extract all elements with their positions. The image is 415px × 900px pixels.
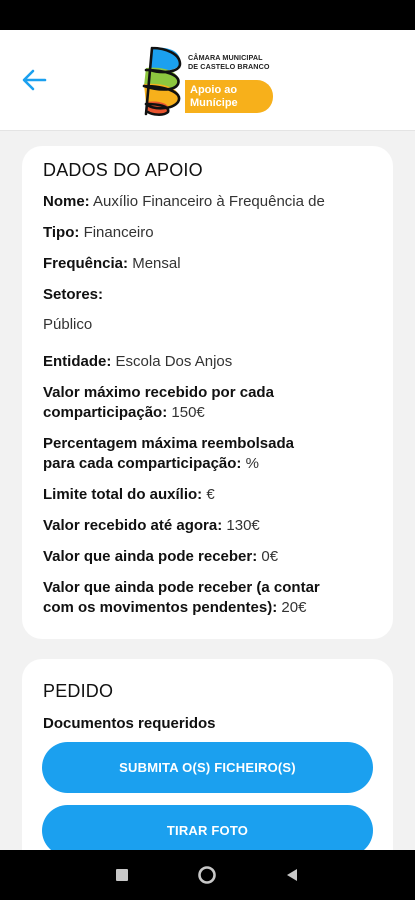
pode-receber-label: Valor que ainda pode receber: [43,548,258,565]
pendentes-row-1: Valor que ainda pode receber (a contar [43,578,383,598]
entidade-value: Escola Dos Anjos [115,353,233,370]
limite-label: Limite total do auxílio: [43,486,203,503]
pendentes-label-2: com os movimentos pendentes): [43,599,278,616]
setores-value: Público [43,316,93,333]
logo-line-2: de Castelo Branco [188,61,270,71]
logo-mark-icon [142,46,182,116]
pedido-title: PEDIDO [43,681,114,701]
nome-value: Auxílio Financeiro à Frequência de [93,193,325,210]
system-back-button[interactable] [282,865,302,885]
percent-row-2: para cada comparticipação: % [43,454,383,474]
dados-apoio-card: DADOS DO APOIO Nome: Auxílio Financeiro … [22,146,393,639]
nome-label: Nome: [43,193,90,210]
nome-row: Nome: Auxílio Financeiro à Frequência de [43,192,383,212]
tipo-label: Tipo: [43,224,80,241]
entidade-row: Entidade: Escola Dos Anjos [43,352,383,372]
app-header: Câmara Municipal de Castelo Branco Apoio… [0,30,415,131]
back-button[interactable] [18,64,50,96]
setores-row: Setores: [43,285,383,305]
logo-pill: Apoio ao Munícipe [185,80,273,113]
valor-max-label-2: comparticipação: [43,404,168,421]
recents-button[interactable] [112,865,132,885]
recebido-label: Valor recebido até agora: [43,517,223,534]
entidade-label: Entidade: [43,353,112,370]
pendentes-label-1: Valor que ainda pode receber (a contar [43,579,320,596]
pode-receber-row: Valor que ainda pode receber: 0€ [43,547,383,567]
valor-max-label-1: Valor máximo recebido por cada [43,384,274,401]
documentos-requeridos-label: Documentos requeridos [43,715,216,732]
pendentes-value: 20€ [281,599,307,616]
percent-value: % [245,455,259,472]
percent-label-1: Percentagem máxima reembolsada [43,435,294,452]
tipo-row: Tipo: Financeiro [43,223,383,243]
recents-square-icon [116,869,128,881]
logo: Câmara Municipal de Castelo Branco Apoio… [136,44,276,116]
percent-label-2: para cada comparticipação: [43,455,242,472]
pode-receber-value: 0€ [261,548,279,565]
pedido-card: PEDIDO Documentos requeridos SUBMITA O(S… [22,659,393,850]
recebido-value: 130€ [226,517,260,534]
content-scroll[interactable]: DADOS DO APOIO Nome: Auxílio Financeiro … [0,131,415,850]
recebido-row: Valor recebido até agora: 130€ [43,516,383,536]
setores-value-row: Público [43,315,383,335]
submit-files-button[interactable]: SUBMITA O(S) FICHEIRO(S) [42,742,373,793]
percent-row-1: Percentagem máxima reembolsada [43,434,383,454]
take-photo-button[interactable]: TIRAR FOTO [42,805,373,850]
status-bar [0,0,415,30]
valor-max-row-2: comparticipação: 150€ [43,403,383,423]
back-triangle-icon [287,869,297,881]
limite-row: Limite total do auxílio: € [43,485,383,505]
logo-pill-line-2: Munícipe [190,97,238,109]
system-nav-bar [0,850,415,900]
home-button[interactable] [197,865,217,885]
valor-max-value: 150€ [171,404,205,421]
logo-pill-line-1: Apoio ao [190,84,238,96]
logo-text: Câmara Municipal de Castelo Branco [188,53,270,71]
arrow-left-icon [22,69,47,91]
pendentes-row-2: com os movimentos pendentes): 20€ [43,598,383,618]
frequencia-value: Mensal [132,255,181,272]
setores-label: Setores: [43,286,104,303]
tipo-value: Financeiro [83,224,154,241]
home-circle-icon [198,866,216,884]
limite-value: € [206,486,215,503]
frequencia-label: Frequência: [43,255,129,272]
frequencia-row: Frequência: Mensal [43,254,383,274]
card-title: DADOS DO APOIO [43,160,203,180]
valor-max-row-1: Valor máximo recebido por cada [43,383,383,403]
